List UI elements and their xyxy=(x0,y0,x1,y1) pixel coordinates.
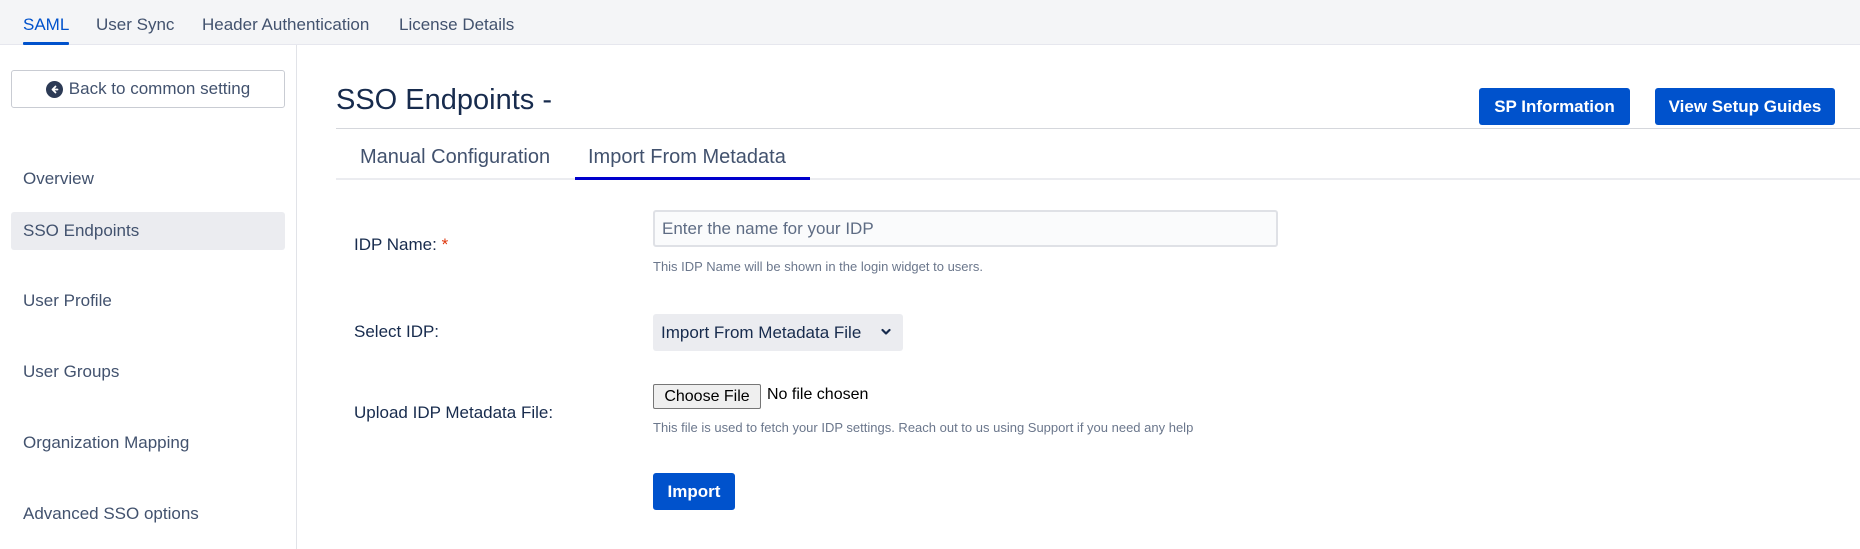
sidebar-item-overview[interactable]: Overview xyxy=(11,160,285,198)
idp-name-label: IDP Name: * xyxy=(354,235,448,255)
sidebar-item-label: User Profile xyxy=(23,291,112,310)
import-button[interactable]: Import xyxy=(653,473,735,510)
back-to-common-setting-button[interactable]: Back to common setting xyxy=(11,70,285,108)
top-nav: SAML User Sync Header Authentication Lic… xyxy=(0,0,1860,45)
idp-name-label-text: IDP Name: xyxy=(354,235,437,254)
select-idp-label: Select IDP: xyxy=(354,322,440,341)
sidebar-item-user-profile[interactable]: User Profile xyxy=(11,282,285,320)
subtab-import-from-metadata[interactable]: Import From Metadata xyxy=(588,146,786,180)
sidebar-item-label: User Groups xyxy=(23,362,120,381)
choose-file-button[interactable]: Choose File xyxy=(653,384,761,409)
chevron-down-icon xyxy=(881,328,891,335)
sidebar-item-advanced-sso-options[interactable]: Advanced SSO options xyxy=(11,495,285,533)
page-title: SSO Endpoints - xyxy=(336,84,552,116)
file-status: No file chosen xyxy=(767,386,869,403)
sp-information-button[interactable]: SP Information xyxy=(1479,88,1630,125)
tab-user-sync[interactable]: User Sync xyxy=(96,15,174,45)
sidebar-item-user-groups[interactable]: User Groups xyxy=(11,353,285,391)
active-subtab-indicator xyxy=(575,177,810,180)
arrow-left-circle-icon xyxy=(45,80,63,98)
upload-help-text: This file is used to fetch your IDP sett… xyxy=(653,420,1194,435)
idp-name-help-text: This IDP Name will be shown in the login… xyxy=(653,259,983,274)
idp-name-input[interactable] xyxy=(653,210,1278,247)
sidebar-item-label: Advanced SSO options xyxy=(23,504,199,523)
sidebar-item-label: Overview xyxy=(23,169,94,188)
tab-saml[interactable]: SAML xyxy=(23,15,70,45)
sidebar-item-label: Organization Mapping xyxy=(23,433,190,452)
divider xyxy=(336,128,1860,129)
required-marker: * xyxy=(441,235,449,254)
back-button-label: Back to common setting xyxy=(68,79,251,98)
subtab-manual-configuration[interactable]: Manual Configuration xyxy=(360,146,550,180)
upload-idp-metadata-label: Upload IDP Metadata File: xyxy=(354,403,554,422)
sidebar-item-organization-mapping[interactable]: Organization Mapping xyxy=(11,424,285,462)
sidebar-item-sso-endpoints[interactable]: SSO Endpoints xyxy=(11,212,285,250)
select-idp-dropdown[interactable]: Import From Metadata File xyxy=(653,314,903,351)
sidebar: Back to common setting Overview SSO Endp… xyxy=(0,45,297,549)
select-idp-value: Import From Metadata File xyxy=(661,322,862,342)
sidebar-item-label: SSO Endpoints xyxy=(23,221,140,240)
view-setup-guides-button[interactable]: View Setup Guides xyxy=(1655,88,1835,125)
divider xyxy=(336,178,1860,180)
tab-license-details[interactable]: License Details xyxy=(399,15,514,45)
tab-header-authentication[interactable]: Header Authentication xyxy=(202,15,369,45)
